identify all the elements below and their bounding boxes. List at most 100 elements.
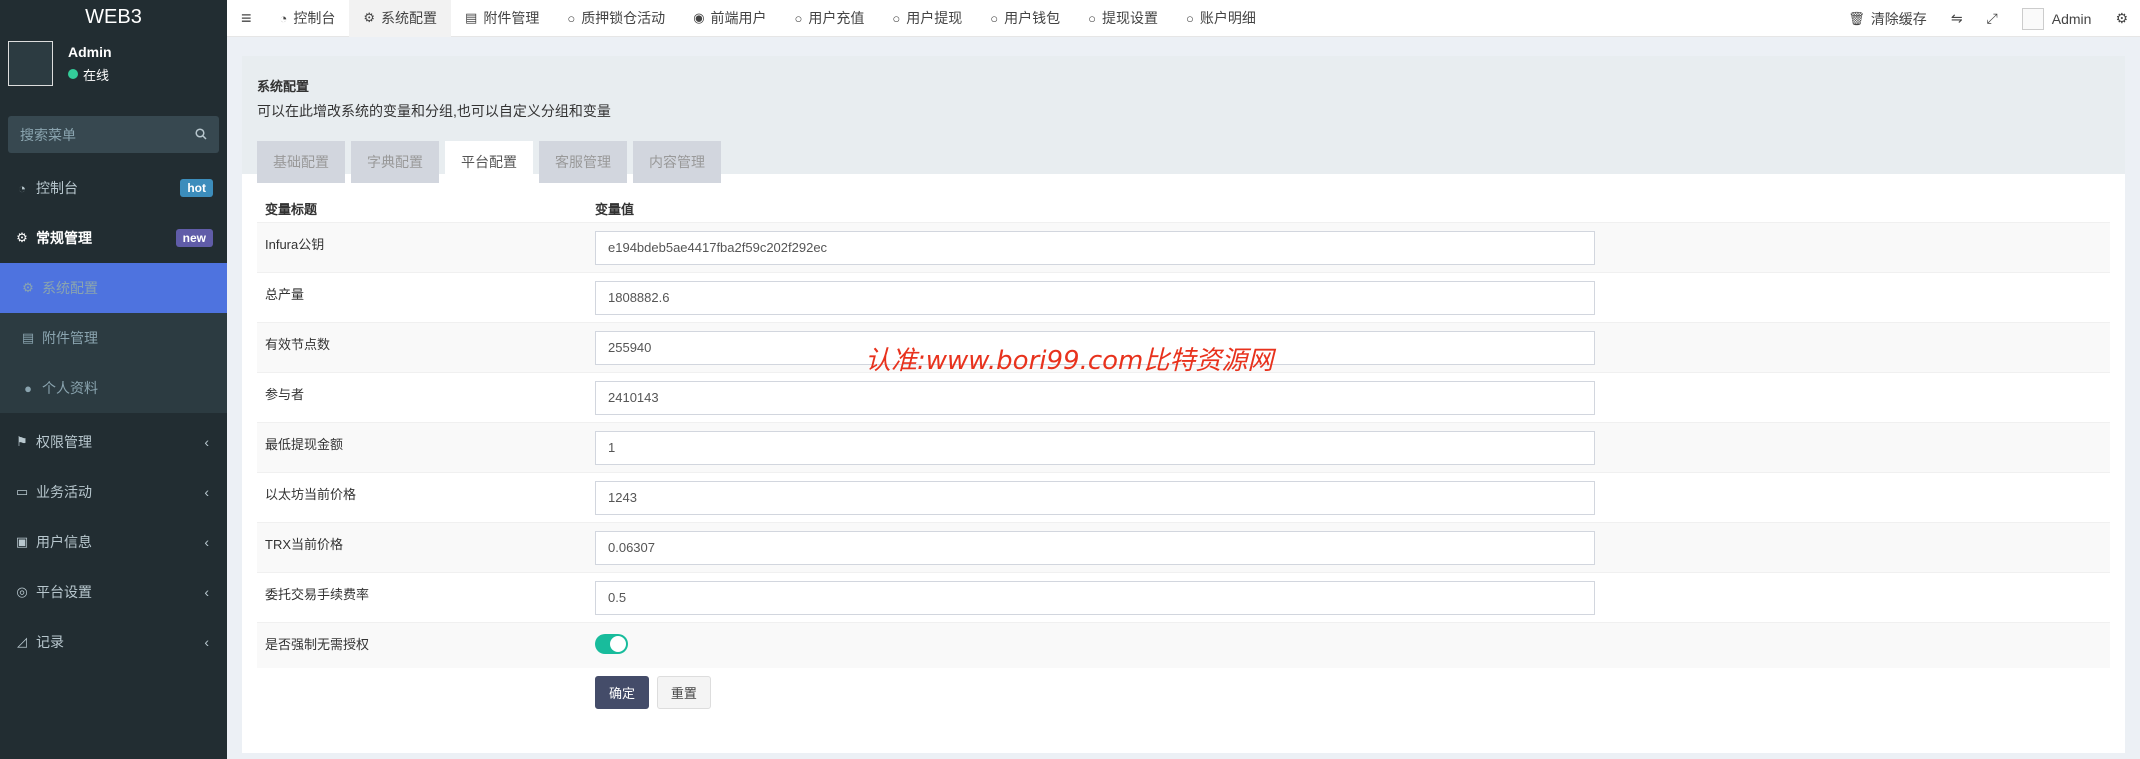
row-label: 有效节点数 xyxy=(265,337,331,352)
tab-frontend-users[interactable]: ◉ 前端用户 xyxy=(679,0,780,37)
address-book-icon: ▣ xyxy=(15,534,29,549)
min-withdraw-field[interactable] xyxy=(595,430,1595,465)
circle-dot-icon: ◎ xyxy=(16,584,28,599)
page-description: 可以在此增改系统的变量和分组,也可以自定义分组和变量 xyxy=(257,103,611,119)
admin-menu[interactable]: Admin xyxy=(2010,0,2104,37)
header-title: 变量标题 xyxy=(265,201,318,217)
sidebar-item-profile[interactable]: ● 个人资料 xyxy=(0,363,227,413)
participants-field[interactable] xyxy=(595,380,1595,415)
config-tabs: 基础配置 字典配置 平台配置 客服管理 内容管理 xyxy=(257,141,2110,183)
sidebar-item-label: 附件管理 xyxy=(42,330,98,346)
dashboard-icon: ◔ xyxy=(18,180,26,196)
row-label: 参与者 xyxy=(265,387,305,402)
user-panel: Admin 在线 xyxy=(0,35,227,92)
sidebar-item-label: 平台设置 xyxy=(36,584,92,600)
dashboard-icon: ◔ xyxy=(279,10,288,26)
sidebar-item-auth[interactable]: ⚑ 权限管理 ‹ xyxy=(0,417,227,467)
infura-key-field[interactable] xyxy=(595,230,1595,265)
sidebar-item-label: 系统配置 xyxy=(42,280,98,296)
tab-attachments[interactable]: ▤ 附件管理 xyxy=(451,0,553,37)
tab-account-details[interactable]: ○ 账户明细 xyxy=(1172,0,1270,37)
table-row: 以太坊当前价格 xyxy=(257,472,2110,522)
new-badge: new xyxy=(175,229,213,247)
menu-toggle-icon[interactable]: ≡ xyxy=(227,8,266,29)
app-logo[interactable]: WEB3 xyxy=(0,0,227,35)
main-content: 系统配置 可以在此增改系统的变量和分组,也可以自定义分组和变量 基础配置 字典配… xyxy=(242,56,2125,753)
search-input[interactable] xyxy=(20,126,170,143)
user-status: 在线 xyxy=(68,65,112,84)
clear-cache-label: 清除缓存 xyxy=(1870,10,1927,27)
tab-basic-config[interactable]: 基础配置 xyxy=(257,141,345,183)
sidebar-item-platform[interactable]: ◎ 平台设置 ‹ xyxy=(0,567,227,617)
search-icon[interactable] xyxy=(195,127,207,143)
tab-content-config[interactable]: 内容管理 xyxy=(633,141,721,183)
tab-system-config[interactable]: ⚙ 系统配置 xyxy=(349,0,452,37)
toggle-knob xyxy=(610,636,626,652)
sidebar-item-dashboard[interactable]: ◔ 控制台 hot xyxy=(0,163,227,213)
tab-recharge[interactable]: ○ 用户充值 xyxy=(781,0,879,37)
tab-label: 提现设置 xyxy=(1101,10,1158,26)
row-label: 最低提现金额 xyxy=(265,437,344,452)
row-label: Infura公钥 xyxy=(265,237,325,252)
header-value: 变量值 xyxy=(595,201,635,217)
sidebar-item-attachments[interactable]: ▤ 附件管理 xyxy=(0,313,227,363)
sidebar-item-business[interactable]: ▭ 业务活动 ‹ xyxy=(0,467,227,517)
reset-button[interactable]: 重置 xyxy=(656,675,711,709)
chevron-left-icon: ‹ xyxy=(204,584,209,600)
settings-button[interactable]: ⚙ xyxy=(2103,0,2140,37)
fullscreen-button[interactable]: ⤢ xyxy=(1975,0,2010,37)
confirm-button[interactable]: 确定 xyxy=(595,675,650,709)
total-output-field[interactable] xyxy=(595,280,1595,315)
row-label: 以太坊当前价格 xyxy=(265,487,357,502)
chevron-left-icon: ‹ xyxy=(204,634,209,650)
user-icon: ● xyxy=(24,380,32,396)
sidebar: WEB3 Admin 在线 ◔ 控制台 hot ⚙ 常规管理 new ⚙ 系统配… xyxy=(0,0,227,759)
tab-label: 账户明细 xyxy=(1199,10,1256,26)
tab-label: 系统配置 xyxy=(381,10,438,26)
circle-icon: ○ xyxy=(1088,10,1096,26)
tab-label: 附件管理 xyxy=(483,10,540,26)
chevron-left-icon: ‹ xyxy=(204,534,209,550)
table-row: 是否强制无需授权 xyxy=(257,622,2110,668)
chevron-left-icon: ‹ xyxy=(204,484,209,500)
sidebar-item-label: 业务活动 xyxy=(36,484,92,500)
sidebar-item-label: 常规管理 xyxy=(36,230,92,246)
eth-price-field[interactable] xyxy=(595,480,1595,515)
watermark-text: 认准:www.bori99.com比特资源网 xyxy=(865,346,1274,376)
circle-icon: ○ xyxy=(1185,10,1194,26)
trash-icon: 🗑 xyxy=(1848,10,1865,26)
gear-icon: ⚙ xyxy=(363,10,376,25)
language-icon: ⇋ xyxy=(1950,10,1963,26)
clear-cache-button[interactable]: 🗑 清除缓存 xyxy=(1836,0,1939,37)
table-row: TRX当前价格 xyxy=(257,522,2110,572)
tab-withdraw[interactable]: ○ 用户提现 xyxy=(878,0,976,37)
sidebar-item-label: 控制台 xyxy=(36,180,78,196)
sidebar-item-userinfo[interactable]: ▣ 用户信息 ‹ xyxy=(0,517,227,567)
sidebar-search xyxy=(8,116,219,153)
sidebar-item-system-config[interactable]: ⚙ 系统配置 xyxy=(0,263,227,313)
form-actions: 确定 重置 xyxy=(257,668,2110,716)
tab-platform-config[interactable]: 平台配置 xyxy=(445,141,533,183)
group-icon: ⚑ xyxy=(16,434,28,449)
tab-withdraw-settings[interactable]: ○ 提现设置 xyxy=(1074,0,1172,37)
sidebar-item-label: 个人资料 xyxy=(42,380,98,396)
top-nav: ≡ ◔ 控制台 ⚙ 系统配置 ▤ 附件管理 ○ 质押锁仓活动 ◉ 前端用户 ○ 用户充值 ○… xyxy=(227,0,2140,37)
cogs-icon: ⚙ xyxy=(16,230,28,245)
force-no-auth-toggle[interactable] xyxy=(595,634,628,654)
row-label: TRX当前价格 xyxy=(265,537,344,552)
tab-wallet[interactable]: ○ 用户钱包 xyxy=(976,0,1074,37)
sidebar-item-label: 用户信息 xyxy=(36,534,92,550)
tab-staking[interactable]: ○ 质押锁仓活动 xyxy=(553,0,679,37)
sidebar-item-general[interactable]: ⚙ 常规管理 new xyxy=(0,213,227,263)
circle-icon: ○ xyxy=(567,10,576,26)
trx-price-field[interactable] xyxy=(595,530,1595,565)
fee-rate-field[interactable] xyxy=(595,580,1595,615)
page-title: 系统配置 xyxy=(257,79,310,94)
sidebar-item-records[interactable]: ◿ 记录 ‹ xyxy=(0,617,227,667)
language-button[interactable]: ⇋ xyxy=(1939,0,1975,37)
user-name: Admin xyxy=(68,43,112,60)
tab-service-config[interactable]: 客服管理 xyxy=(539,141,627,183)
tab-dashboard[interactable]: ◔ 控制台 xyxy=(266,0,350,37)
cogs-icon: ⚙ xyxy=(2115,10,2128,26)
tab-dict-config[interactable]: 字典配置 xyxy=(351,141,439,183)
